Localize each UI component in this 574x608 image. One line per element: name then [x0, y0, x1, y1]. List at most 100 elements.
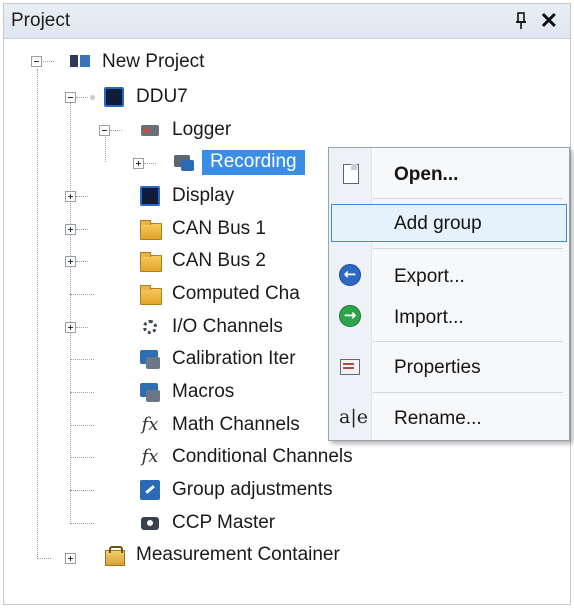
tree-line	[40, 61, 54, 62]
open-document-icon	[339, 162, 361, 184]
tree-node-measurement-container[interactable]: Measurement Container	[102, 540, 340, 570]
tree-line	[70, 425, 94, 426]
tree-line	[76, 261, 88, 262]
tree-node-label: Computed Cha	[172, 283, 300, 304]
expand-toggle[interactable]	[65, 224, 76, 235]
collapse-toggle[interactable]	[65, 92, 76, 103]
tree-line	[70, 457, 94, 458]
project-panel: Project ✕ New Project DDU7 Logger Record…	[3, 3, 571, 605]
tree-node-label: Macros	[172, 381, 235, 402]
tree-line	[76, 327, 88, 328]
tree-line	[37, 69, 38, 559]
tree-line	[105, 134, 106, 162]
tree-node-label: Calibration Iter	[172, 348, 296, 369]
menu-separator	[373, 248, 563, 249]
tree-node-label: CAN Bus 2	[172, 250, 266, 271]
tree-node-label: CCP Master	[172, 512, 276, 533]
tree-node-label: New Project	[102, 51, 205, 72]
function-icon: fx	[141, 446, 159, 467]
tree-node-macros[interactable]: Macros	[138, 377, 234, 407]
export-arrow-icon: ←	[339, 264, 361, 286]
tree-node-logger[interactable]: Logger	[138, 115, 231, 145]
tree-node-new-project[interactable]: New Project	[68, 47, 204, 77]
tree-node-recording[interactable]: Recording	[172, 147, 305, 177]
tree-line	[70, 392, 94, 393]
menu-item-export[interactable]: ← Export...	[331, 257, 567, 295]
tree-connector-dot	[90, 95, 95, 100]
pin-icon[interactable]	[514, 12, 528, 30]
tree-node-label: Logger	[172, 119, 232, 140]
tree-line	[70, 523, 94, 524]
tree-node-ccp-master[interactable]: CCP Master	[138, 508, 275, 538]
project-icon	[68, 50, 92, 74]
menu-separator	[373, 198, 563, 199]
tree-node-calibration-items[interactable]: Calibration Iter	[138, 344, 296, 374]
menu-separator	[373, 392, 563, 393]
macros-icon	[138, 380, 162, 404]
wrench-icon	[138, 478, 162, 502]
tree-line	[76, 97, 88, 98]
menu-item-label: Properties	[394, 357, 481, 378]
tree-line	[70, 101, 71, 524]
expand-toggle[interactable]	[65, 256, 76, 267]
io-gear-icon	[138, 315, 162, 339]
recording-icon	[172, 150, 196, 174]
function-icon: fx	[141, 414, 159, 435]
collapse-toggle[interactable]	[99, 125, 110, 136]
close-icon[interactable]: ✕	[540, 8, 558, 34]
menu-item-properties[interactable]: Properties	[331, 348, 567, 386]
panel-titlebar: Project ✕	[4, 4, 570, 39]
container-icon	[102, 543, 126, 567]
expand-toggle[interactable]	[65, 322, 76, 333]
menu-item-label: Rename...	[394, 408, 482, 429]
tree-node-computed-channels[interactable]: Computed Cha	[138, 279, 300, 309]
expand-toggle[interactable]	[65, 191, 76, 202]
tree-node-label: CAN Bus 1	[172, 218, 266, 239]
tree-node-label: Conditional Channels	[172, 446, 353, 467]
tree-line	[70, 490, 94, 491]
tree-node-conditional-channels[interactable]: fx Conditional Channels	[138, 442, 353, 472]
expand-toggle[interactable]	[133, 158, 144, 169]
tree-node-ddu7[interactable]: DDU7	[102, 82, 188, 112]
tree-line	[110, 130, 122, 131]
tree-line	[76, 229, 88, 230]
menu-item-label: Export...	[394, 266, 465, 287]
tree-node-label: Measurement Container	[136, 544, 340, 565]
import-arrow-icon: →	[339, 305, 361, 327]
panel-title: Project	[11, 10, 71, 31]
tree-node-can-bus-2[interactable]: CAN Bus 2	[138, 246, 266, 276]
ccp-icon	[138, 511, 162, 535]
tree-node-display[interactable]: Display	[138, 181, 234, 211]
context-menu: Open... Add group ← Export... → Import..…	[328, 147, 570, 441]
display-icon	[138, 184, 162, 208]
tree-node-label: Display	[172, 185, 235, 206]
properties-icon	[339, 355, 361, 377]
tree-node-label: Math Channels	[172, 414, 300, 435]
tree-node-group-adjustments[interactable]: Group adjustments	[138, 475, 333, 505]
logger-icon	[138, 118, 162, 142]
tree-line	[70, 359, 94, 360]
tree-line	[144, 163, 156, 164]
menu-item-label: Add group	[394, 213, 482, 234]
tree-line	[70, 294, 94, 295]
tree-node-label: Group adjustments	[172, 479, 333, 500]
folder-icon	[138, 217, 162, 241]
rename-icon: a|e	[339, 406, 368, 428]
tree-line	[37, 558, 51, 559]
tree-node-label: I/O Channels	[172, 316, 283, 337]
tree-node-label: DDU7	[136, 86, 188, 107]
tree-line	[76, 196, 88, 197]
tree-node-can-bus-1[interactable]: CAN Bus 1	[138, 214, 266, 244]
collapse-toggle[interactable]	[31, 56, 42, 67]
menu-item-label: Open...	[394, 164, 459, 185]
tree-node-io-channels[interactable]: I/O Channels	[138, 312, 283, 342]
menu-separator	[373, 341, 563, 342]
tree-node-math-channels[interactable]: fx Math Channels	[138, 410, 300, 440]
menu-item-import[interactable]: → Import...	[331, 298, 567, 336]
calibration-icon	[138, 347, 162, 371]
menu-item-add-group[interactable]: Add group	[331, 204, 567, 242]
menu-item-open[interactable]: Open...	[331, 155, 567, 193]
expand-toggle[interactable]	[65, 553, 76, 564]
tree-node-label: Recording	[202, 149, 305, 175]
menu-item-rename[interactable]: a|e Rename...	[331, 399, 567, 437]
